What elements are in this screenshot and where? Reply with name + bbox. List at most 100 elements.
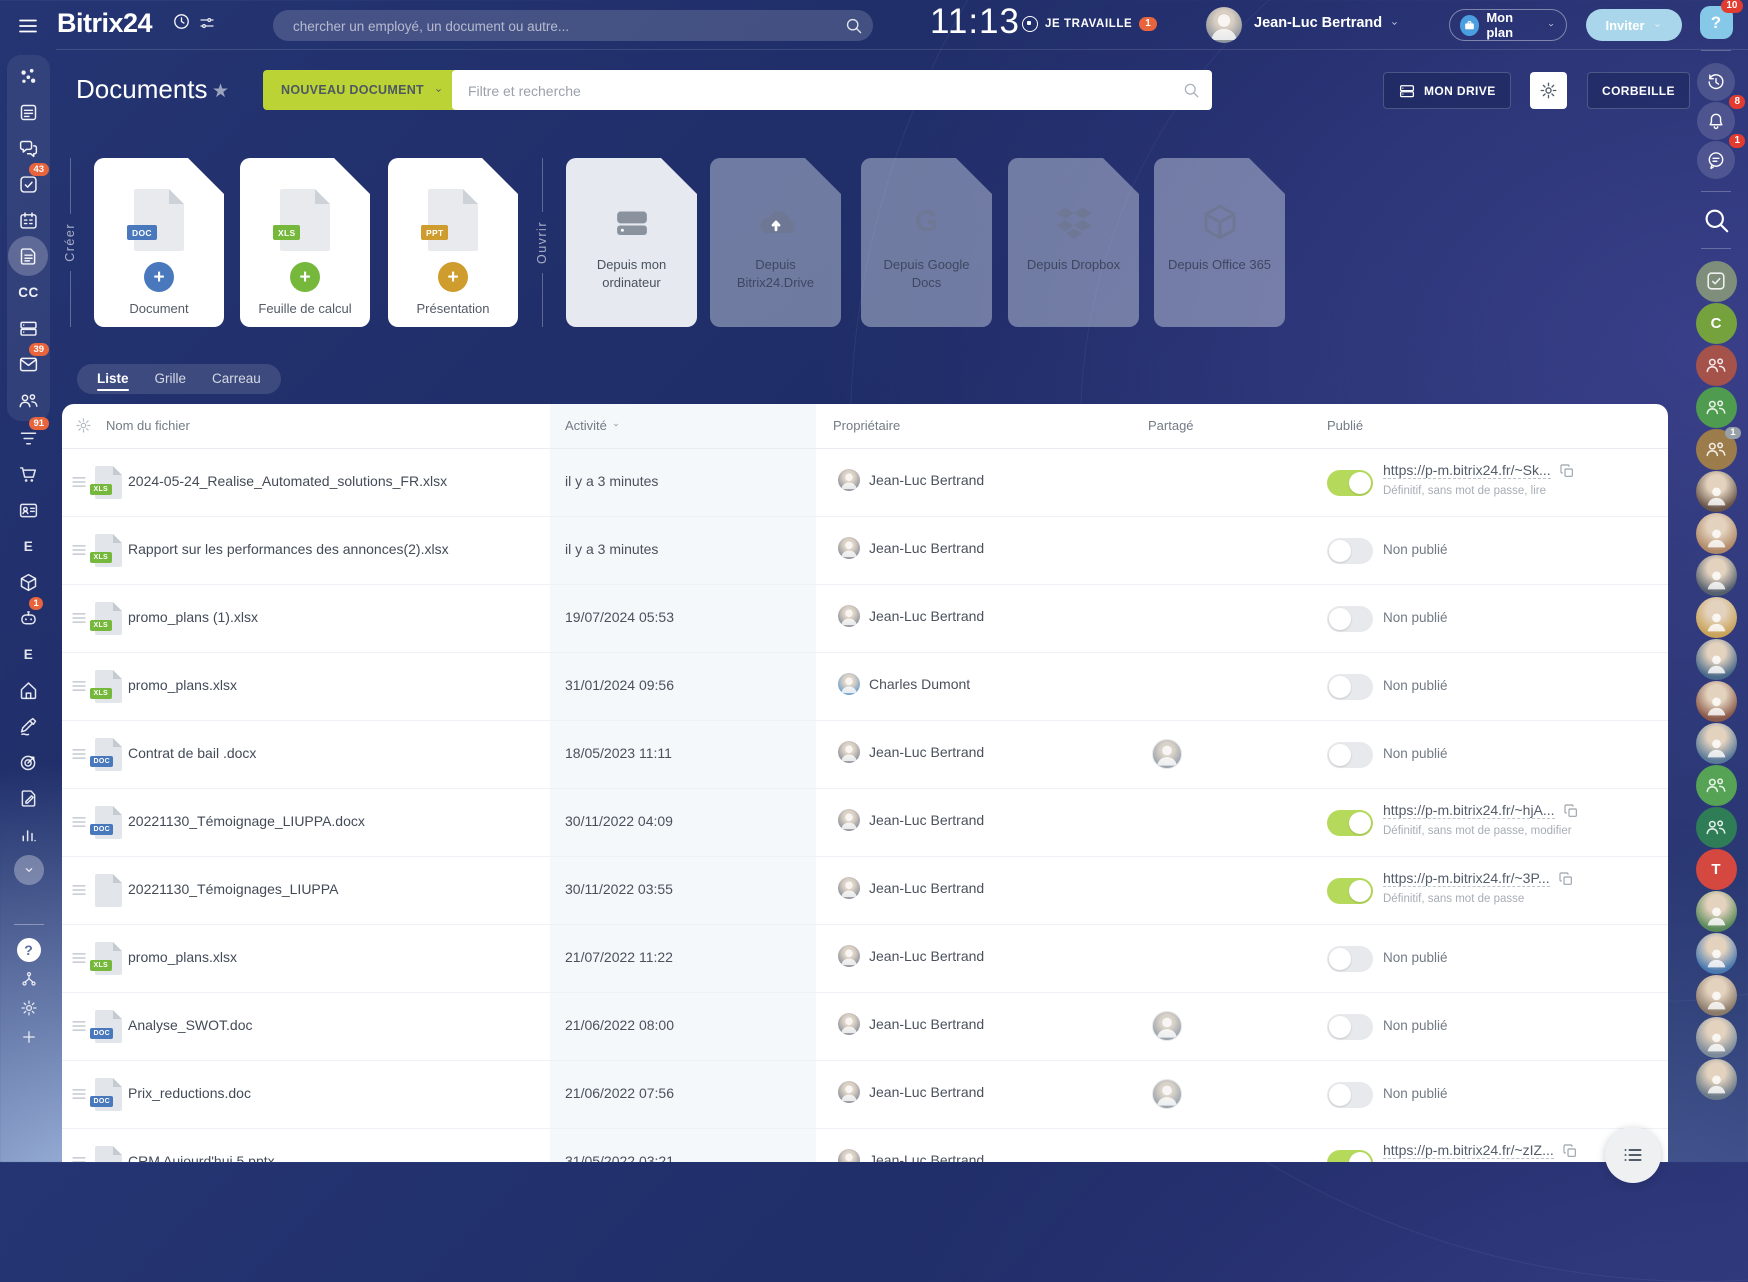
trash-button[interactable]: CORBEILLE <box>1587 72 1690 109</box>
file-owner[interactable]: Jean-Luc Bertrand <box>838 1013 984 1035</box>
drag-handle-icon[interactable] <box>70 677 88 695</box>
user-avatar[interactable] <box>1696 1059 1737 1100</box>
sidebar-item-e-signature[interactable] <box>7 708 50 744</box>
shared-user-avatar[interactable] <box>1152 739 1182 769</box>
file-name[interactable]: Rapport sur les performances des annonce… <box>128 541 449 557</box>
user-avatar[interactable] <box>1206 7 1242 43</box>
tab-liste[interactable]: Liste <box>97 364 129 394</box>
sidebar-item-bi-analytics[interactable] <box>7 816 50 852</box>
global-search-input[interactable] <box>291 10 835 43</box>
file-name[interactable]: 20221130_Témoignages_LIUPPA <box>128 881 338 897</box>
file-name[interactable]: 20221130_Témoignage_LIUPPA.docx <box>128 813 365 829</box>
drag-handle-icon[interactable] <box>70 609 88 627</box>
file-owner[interactable]: Jean-Luc Bertrand <box>838 877 984 899</box>
sidebar-item-groups[interactable] <box>7 382 50 418</box>
file-name[interactable]: Analyse_SWOT.doc <box>128 1017 253 1033</box>
user-avatar[interactable] <box>1696 597 1737 638</box>
user-avatar[interactable] <box>1696 1017 1737 1058</box>
user-avatar[interactable] <box>1696 555 1737 596</box>
chat-support-button[interactable]: 1 <box>1697 141 1735 179</box>
file-name[interactable]: 2024-05-24_Realise_Automated_solutions_F… <box>128 473 447 489</box>
user-avatar[interactable] <box>1696 975 1737 1016</box>
sidebar-item-settings[interactable] <box>7 993 50 1022</box>
group-chat[interactable] <box>1696 387 1737 428</box>
clock-icon[interactable] <box>172 12 191 31</box>
file-owner[interactable]: Jean-Luc Bertrand <box>838 741 984 763</box>
user-avatar[interactable] <box>1696 891 1737 932</box>
open-card-depuis-google-docs[interactable]: GDepuis Google Docs <box>861 158 992 327</box>
file-name[interactable]: Prix_reductions.doc <box>128 1085 251 1101</box>
user-avatar[interactable] <box>1696 639 1737 680</box>
published-link[interactable]: https://p-m.bitrix24.fr/~zIZ... <box>1383 1142 1554 1159</box>
drag-handle-icon[interactable] <box>70 949 88 967</box>
publish-toggle[interactable] <box>1327 810 1373 836</box>
file-owner[interactable]: Jean-Luc Bertrand <box>838 537 984 559</box>
notifications-button[interactable]: 8 <box>1697 102 1735 140</box>
sidebar-item-add-item[interactable] <box>7 1022 50 1051</box>
sidebar-item-crm[interactable]: 91 <box>7 420 50 456</box>
sidebar-item-mail[interactable]: 39 <box>7 346 50 382</box>
group-chat[interactable] <box>1696 345 1737 386</box>
sidebar-item-messenger[interactable] <box>7 130 50 166</box>
tasks-chat[interactable] <box>1696 261 1737 302</box>
file-name[interactable]: CRM Aujourd'hui 5.pptx <box>128 1153 275 1162</box>
drag-handle-icon[interactable] <box>70 813 88 831</box>
sidebar-item-shop[interactable] <box>7 456 50 492</box>
publish-toggle[interactable] <box>1327 742 1373 768</box>
publish-toggle[interactable] <box>1327 606 1373 632</box>
publish-toggle[interactable] <box>1327 1082 1373 1108</box>
file-owner[interactable]: Jean-Luc Bertrand <box>838 809 984 831</box>
user-avatar[interactable] <box>1696 513 1737 554</box>
user-avatar[interactable] <box>1696 723 1737 764</box>
sidebar-item-ai-assistant[interactable]: 1 <box>7 600 50 636</box>
chat-t[interactable]: T <box>1696 849 1737 890</box>
column-published[interactable]: Publié <box>1327 418 1363 433</box>
file-owner[interactable]: Jean-Luc Bertrand <box>838 945 984 967</box>
sidebar-item-calendar[interactable] <box>7 202 50 238</box>
copy-icon[interactable] <box>1559 463 1575 479</box>
user-avatar[interactable] <box>1696 933 1737 974</box>
file-name[interactable]: promo_plans.xlsx <box>128 677 237 693</box>
file-owner[interactable]: Jean-Luc Bertrand <box>838 1149 984 1162</box>
publish-toggle[interactable] <box>1327 674 1373 700</box>
file-owner[interactable]: Jean-Luc Bertrand <box>838 1081 984 1103</box>
user-avatar[interactable] <box>1696 681 1737 722</box>
search-icon[interactable] <box>1701 205 1731 235</box>
sliders-icon[interactable] <box>198 14 216 32</box>
sidebar-item-copilot[interactable]: CC <box>7 274 50 310</box>
publish-toggle[interactable] <box>1327 1014 1373 1040</box>
file-owner[interactable]: Jean-Luc Bertrand <box>838 469 984 491</box>
sidebar-item-contact-center[interactable] <box>7 492 50 528</box>
open-card-depuis-dropbox[interactable]: Depuis Dropbox <box>1008 158 1139 327</box>
drag-handle-icon[interactable] <box>70 881 88 899</box>
publish-toggle[interactable] <box>1327 538 1373 564</box>
sidebar-item-sites[interactable] <box>7 564 50 600</box>
sidebar-item-company-docs[interactable] <box>7 780 50 816</box>
chat-c[interactable]: C <box>1696 303 1737 344</box>
open-card-depuis-office-365[interactable]: Depuis Office 365 <box>1154 158 1285 327</box>
copy-icon[interactable] <box>1563 803 1579 819</box>
file-name[interactable]: Contrat de bail .docx <box>128 745 256 761</box>
file-name[interactable]: promo_plans.xlsx <box>128 949 237 965</box>
column-owner[interactable]: Propriétaire <box>833 418 900 433</box>
drag-handle-icon[interactable] <box>70 541 88 559</box>
search-icon[interactable] <box>844 16 863 35</box>
sidebar-item-drive[interactable] <box>7 310 50 346</box>
sidebar-item-structure[interactable] <box>7 964 50 993</box>
file-owner[interactable]: Jean-Luc Bertrand <box>838 605 984 627</box>
plan-button[interactable]: Mon plan <box>1449 9 1567 41</box>
sidebar-item-feed[interactable] <box>7 94 50 130</box>
tab-carreau[interactable]: Carreau <box>212 364 261 394</box>
invite-button[interactable]: Inviter <box>1586 9 1682 41</box>
publish-toggle[interactable] <box>1327 946 1373 972</box>
sidebar-item-warehouse[interactable] <box>7 672 50 708</box>
sidebar-item-more[interactable] <box>7 852 50 888</box>
publish-toggle[interactable] <box>1327 878 1373 904</box>
work-timer[interactable]: 11:13 <box>930 2 1020 42</box>
sidebar-item-tasks[interactable]: 43 <box>7 166 50 202</box>
sidebar-item-market-e[interactable]: E <box>7 528 50 564</box>
filter-search-input[interactable] <box>466 70 1170 112</box>
column-name[interactable]: Nom du fichier <box>106 418 190 433</box>
history-button[interactable] <box>1697 63 1735 101</box>
drag-handle-icon[interactable] <box>70 1153 88 1162</box>
